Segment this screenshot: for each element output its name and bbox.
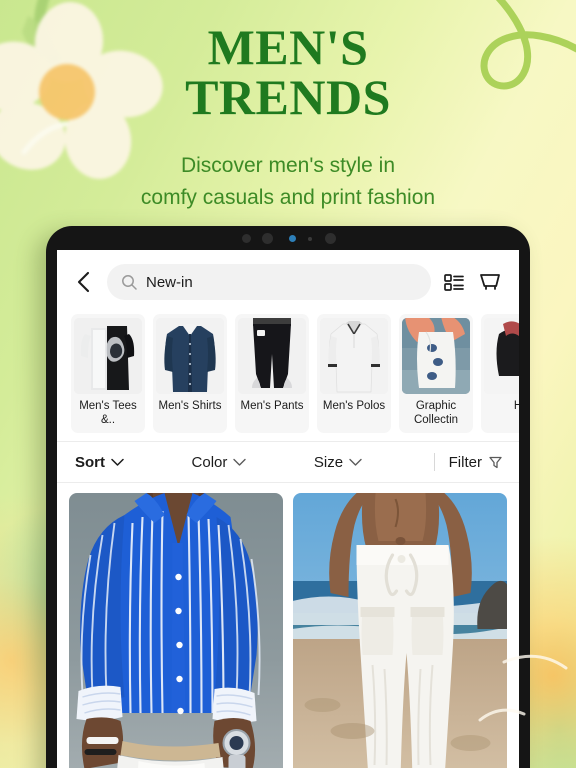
proximity-sensor: [308, 237, 312, 241]
funnel-icon: [489, 456, 502, 468]
chevron-down-icon: [111, 458, 124, 466]
size-label: Size: [313, 453, 344, 471]
category-label: Graphic Collectin: [413, 400, 459, 426]
subtitle-line-1: Discover men's style in: [180, 154, 396, 177]
search-input[interactable]: New-in: [107, 264, 431, 300]
category-thumb-tees: [74, 318, 142, 394]
category-label: Men's Tees &..: [79, 400, 137, 426]
page-title: MEN'S TRENDS: [0, 22, 576, 122]
shopping-cart-icon[interactable]: [477, 269, 503, 295]
category-label: H: [513, 400, 519, 412]
product-card-shirt[interactable]: [69, 493, 283, 768]
category-label: Men's Polos: [322, 400, 386, 412]
category-thumb-shirts: [156, 318, 224, 394]
category-card-partial[interactable]: H: [481, 314, 519, 433]
sort-dropdown[interactable]: Sort: [75, 454, 124, 471]
list-view-icon[interactable]: [441, 269, 467, 295]
chevron-down-icon: [349, 458, 362, 466]
tablet-device: New-in Men's Tees &.. Men's Shirts Men's…: [46, 226, 530, 768]
front-camera: [262, 233, 273, 244]
category-card-pants[interactable]: Men's Pants: [235, 314, 309, 433]
color-dropdown[interactable]: Color: [192, 454, 247, 471]
category-label: Men's Shirts: [158, 400, 222, 412]
search-icon: [122, 275, 137, 290]
device-screen: New-in Men's Tees &.. Men's Shirts Men's…: [57, 250, 519, 768]
size-dropdown[interactable]: Size: [314, 454, 362, 471]
device-top-bezel: [46, 226, 530, 250]
filter-label: Filter: [448, 453, 482, 471]
category-carousel[interactable]: Men's Tees &.. Men's Shirts Men's Pants …: [57, 310, 519, 441]
category-card-shirts[interactable]: Men's Shirts: [153, 314, 227, 433]
category-thumb-graphic: [402, 318, 470, 394]
category-card-graphic[interactable]: Graphic Collectin: [399, 314, 473, 433]
filter-button[interactable]: Filter: [449, 454, 503, 471]
search-value: New-in: [146, 273, 193, 291]
category-thumb-pants: [238, 318, 306, 394]
filter-bar: Sort Color Size Filter: [57, 441, 519, 483]
title-line-2: TRENDS: [185, 69, 391, 125]
category-thumb-partial: [484, 318, 519, 394]
filter-divider: [433, 453, 435, 471]
indicator-light: [289, 235, 296, 242]
chevron-down-icon: [233, 458, 247, 466]
subtitle-line-2: comfy casuals and print fashion: [140, 186, 436, 209]
product-card-pants[interactable]: [293, 493, 507, 768]
camera-sensor-2: [325, 233, 336, 244]
app-header: New-in: [57, 250, 519, 310]
poster-canvas: MEN'S TRENDS Discover men's style in com…: [0, 0, 576, 768]
category-label: Men's Pants: [240, 400, 304, 412]
chevron-left-icon[interactable]: [71, 269, 97, 295]
category-thumb-polos: [320, 318, 388, 394]
color-label: Color: [191, 453, 228, 471]
category-card-tees[interactable]: Men's Tees &..: [71, 314, 145, 433]
category-card-polos[interactable]: Men's Polos: [317, 314, 391, 433]
page-subtitle: Discover men's style in comfy casuals an…: [0, 150, 576, 214]
camera-sensor: [242, 234, 251, 243]
title-line-1: MEN'S: [207, 19, 369, 75]
sort-label: Sort: [75, 453, 105, 471]
product-grid: [57, 483, 519, 768]
